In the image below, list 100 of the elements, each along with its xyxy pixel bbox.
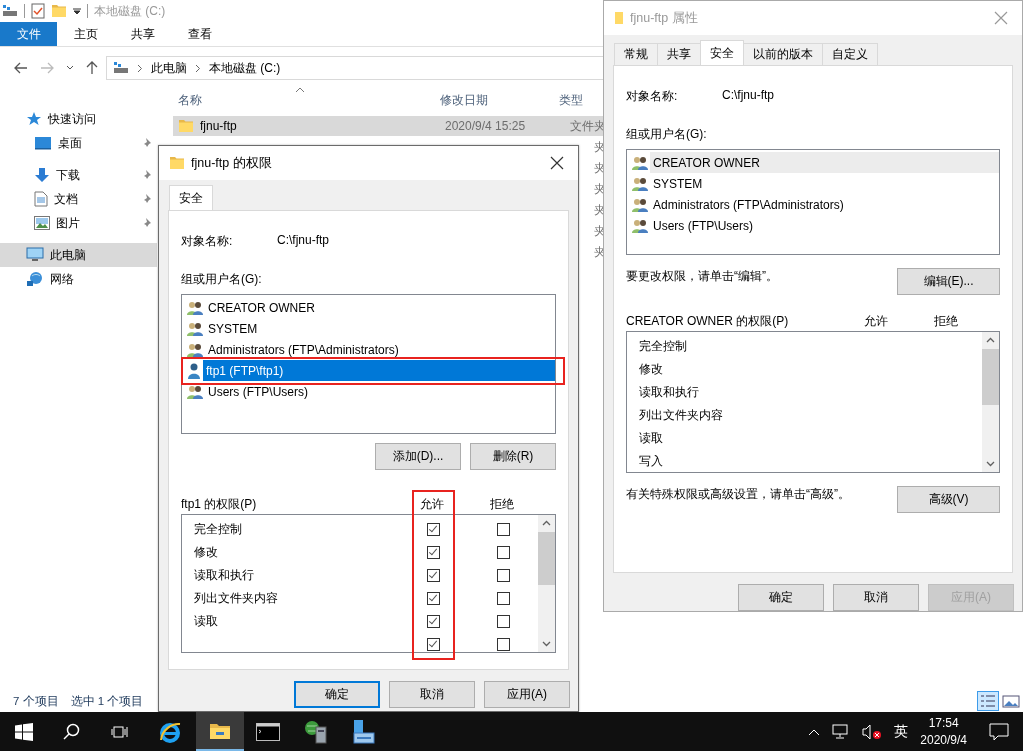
tab[interactable]: 安全 — [700, 40, 744, 65]
edit-hint: 要更改权限，请单击“编辑”。 — [626, 268, 778, 285]
scrollbar[interactable] — [982, 332, 999, 472]
permissions-label: ftp1 的权限(P) — [181, 495, 258, 513]
nav-item[interactable]: 桌面 — [0, 131, 157, 155]
terminal-icon — [256, 722, 280, 741]
permission-name: 读取 — [194, 613, 219, 630]
close-icon[interactable] — [550, 156, 564, 170]
dialog-button[interactable]: 应用(A) — [484, 681, 570, 708]
checkbox[interactable] — [496, 523, 510, 536]
chevron-up-icon[interactable] — [808, 727, 821, 736]
remove-button[interactable]: 删除(R) — [470, 443, 556, 470]
checklist-icon[interactable] — [31, 3, 45, 19]
nav-item[interactable]: 快速访问 — [0, 107, 157, 131]
checkbox[interactable] — [426, 638, 440, 651]
chevron-right-icon — [137, 63, 143, 73]
dialog-button[interactable]: 取消 — [833, 584, 919, 611]
group-icon — [631, 175, 649, 192]
permission-name: 列出文件夹内容 — [194, 590, 279, 607]
checkbox[interactable] — [426, 546, 440, 559]
document-icon — [34, 191, 48, 207]
folder-icon — [614, 11, 624, 25]
group-list-item[interactable]: Administrators (FTP\Administrators) — [182, 339, 555, 360]
scrollbar[interactable] — [538, 515, 555, 652]
add-button[interactable]: 添加(D)... — [375, 443, 461, 470]
checkbox[interactable] — [496, 615, 510, 628]
folder-icon — [51, 4, 67, 18]
group-icon — [186, 299, 204, 316]
dialog-button[interactable]: 确定 — [738, 584, 824, 611]
nav-item[interactable]: 网络 — [0, 267, 157, 291]
checkbox[interactable] — [426, 523, 440, 536]
object-name-value: C:\fjnu-ftp — [722, 88, 775, 104]
input-method-indicator[interactable]: 英 — [894, 722, 909, 741]
nav-item[interactable]: 图片 — [0, 211, 157, 235]
notification-icon[interactable] — [989, 722, 1009, 741]
search-icon[interactable] — [63, 722, 81, 741]
advanced-button[interactable]: 高级(V) — [897, 486, 1000, 513]
window-title: 本地磁盘 (C:) — [94, 2, 166, 20]
checkbox[interactable] — [426, 615, 440, 628]
group-list-item[interactable]: Administrators (FTP\Administrators) — [627, 194, 999, 215]
taskbar-app[interactable] — [196, 712, 244, 751]
breadcrumb-item[interactable]: 此电脑 — [151, 59, 187, 77]
checkbox[interactable] — [496, 592, 510, 605]
server-icon — [303, 718, 329, 745]
dialog-title: fjnu-ftp 的权限 — [191, 154, 273, 172]
checkbox[interactable] — [496, 569, 510, 582]
column-header[interactable]: 类型 — [559, 92, 583, 107]
ribbon-tab[interactable]: 共享 — [114, 22, 171, 46]
breadcrumb-item[interactable]: 本地磁盘 (C:) — [209, 59, 281, 77]
drive-icon — [113, 61, 129, 75]
checkbox[interactable] — [496, 546, 510, 559]
nav-item[interactable]: 下载 — [0, 163, 157, 187]
ribbon-tab[interactable]: 文件 — [0, 22, 57, 46]
tab[interactable]: 常规 — [614, 43, 658, 65]
ribbon-tab[interactable]: 主页 — [57, 22, 114, 46]
network-icon[interactable] — [832, 723, 851, 740]
caret-icon[interactable] — [73, 7, 81, 15]
checkbox[interactable] — [426, 592, 440, 605]
image-icon — [34, 216, 50, 230]
tab[interactable]: 自定义 — [822, 43, 878, 65]
advanced-hint: 有关特殊权限或高级设置，请单击“高级”。 — [626, 486, 850, 503]
status-text: 选中 1 个项目 — [70, 693, 144, 709]
group-list-item[interactable]: Users (FTP\Users) — [182, 381, 555, 402]
dialog-button[interactable]: 取消 — [389, 681, 475, 708]
folder-icon — [209, 721, 231, 740]
nav-item[interactable]: 文档 — [0, 187, 157, 211]
deny-header: 拒绝 — [489, 495, 515, 513]
group-icon — [631, 154, 649, 171]
back-arrow-icon[interactable] — [14, 62, 28, 74]
group-list-item[interactable]: CREATOR OWNER — [182, 297, 555, 318]
status-text: 7 个项目 — [13, 693, 59, 709]
tab[interactable]: 安全 — [169, 185, 213, 210]
monitor-icon — [34, 136, 52, 150]
volume-muted-icon[interactable] — [862, 723, 883, 740]
sort-caret-icon — [295, 87, 305, 93]
computer-icon — [26, 247, 44, 263]
checkbox[interactable] — [496, 638, 510, 651]
deny-header: 拒绝 — [933, 312, 959, 330]
permission-name: 读取和执行 — [639, 384, 700, 401]
group-list-item[interactable]: SYSTEM — [627, 173, 999, 194]
group-list-item[interactable]: Users (FTP\Users) — [627, 215, 999, 236]
chevron-down-icon[interactable] — [66, 65, 74, 71]
clock[interactable]: 17:54 2020/9/4 — [920, 714, 967, 749]
download-arrow-icon — [34, 167, 50, 183]
object-name-value: C:\fjnu-ftp — [277, 233, 330, 249]
nav-item[interactable]: 此电脑 — [0, 243, 157, 267]
drive-icon — [2, 4, 18, 18]
edit-button[interactable]: 编辑(E)... — [897, 268, 1000, 295]
groups-label: 组或用户名(G): — [181, 271, 263, 288]
details-view-icon[interactable] — [977, 691, 999, 711]
network-icon — [26, 271, 44, 287]
group-list-item[interactable]: SYSTEM — [182, 318, 555, 339]
up-arrow-icon[interactable] — [86, 61, 98, 75]
windows-logo-icon[interactable] — [15, 722, 33, 741]
dialog-button[interactable]: 确定 — [294, 681, 380, 708]
column-header[interactable]: 名称 — [178, 92, 202, 107]
ribbon-tab[interactable]: 查看 — [171, 22, 228, 46]
star-icon — [26, 111, 42, 127]
checkbox[interactable] — [426, 569, 440, 582]
column-header[interactable]: 修改日期 — [440, 92, 488, 107]
